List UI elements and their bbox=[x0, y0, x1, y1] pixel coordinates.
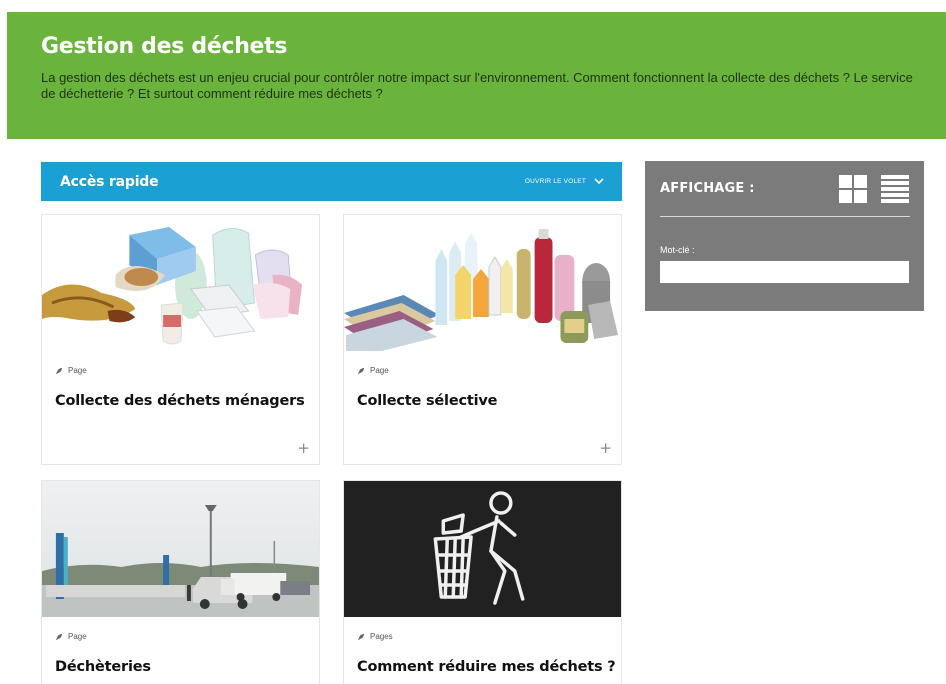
card-type: Page bbox=[55, 366, 319, 375]
open-panel-label: OUVRIR LE VOLET bbox=[524, 178, 586, 185]
card-title[interactable]: Déchèteries bbox=[55, 659, 319, 675]
card-type-label: Page bbox=[68, 632, 87, 641]
view-switcher bbox=[839, 174, 909, 203]
tag-icon bbox=[55, 633, 63, 640]
card-household-waste[interactable]: Page Collecte des déchets ménagers + bbox=[41, 214, 320, 465]
keyword-label: Mot-clé : bbox=[660, 245, 695, 255]
keyword-input[interactable] bbox=[660, 261, 909, 283]
card-type: Page bbox=[357, 366, 621, 375]
open-panel-button[interactable]: OUVRIR LE VOLET bbox=[525, 178, 604, 185]
display-panel: AFFICHAGE : Mot-clé : bbox=[645, 161, 924, 311]
card-title[interactable]: Collecte des déchets ménagers bbox=[55, 393, 319, 409]
grid-view-icon[interactable] bbox=[839, 174, 867, 203]
quick-access-bar[interactable]: Accès rapide OUVRIR LE VOLET bbox=[41, 162, 622, 201]
list-view-icon[interactable] bbox=[881, 174, 909, 203]
expand-icon[interactable]: + bbox=[297, 441, 310, 456]
recyclables-image bbox=[344, 215, 621, 351]
page-header: Gestion des déchets La gestion des déche… bbox=[7, 12, 946, 139]
chevron-down-icon bbox=[594, 178, 604, 185]
card-type: Pages bbox=[357, 632, 621, 641]
tag-icon bbox=[55, 367, 63, 374]
card-type-label: Page bbox=[68, 366, 87, 375]
display-panel-header: AFFICHAGE : bbox=[660, 161, 910, 217]
card-type-label: Pages bbox=[370, 632, 393, 641]
tag-icon bbox=[357, 633, 365, 640]
card-selective-collection[interactable]: Page Collecte sélective + bbox=[343, 214, 622, 465]
quick-access-title: Accès rapide bbox=[60, 173, 159, 190]
tag-icon bbox=[357, 367, 365, 374]
card-title[interactable]: Collecte sélective bbox=[357, 393, 621, 409]
page-title: Gestion des déchets bbox=[41, 34, 288, 59]
page-description: La gestion des déchets est un enjeu cruc… bbox=[41, 70, 913, 101]
display-title: AFFICHAGE : bbox=[660, 181, 755, 196]
household-waste-image bbox=[42, 215, 319, 351]
card-type: Page bbox=[55, 632, 319, 641]
card-recycling-centers[interactable]: Page Déchèteries bbox=[41, 480, 320, 684]
card-reduce-waste[interactable]: Pages Comment réduire mes déchets ? bbox=[343, 480, 622, 684]
expand-icon[interactable]: + bbox=[599, 441, 612, 456]
recycling-center-image bbox=[42, 481, 319, 617]
trash-pictogram-image bbox=[344, 481, 621, 617]
card-type-label: Page bbox=[370, 366, 389, 375]
card-title[interactable]: Comment réduire mes déchets ? bbox=[357, 659, 621, 675]
